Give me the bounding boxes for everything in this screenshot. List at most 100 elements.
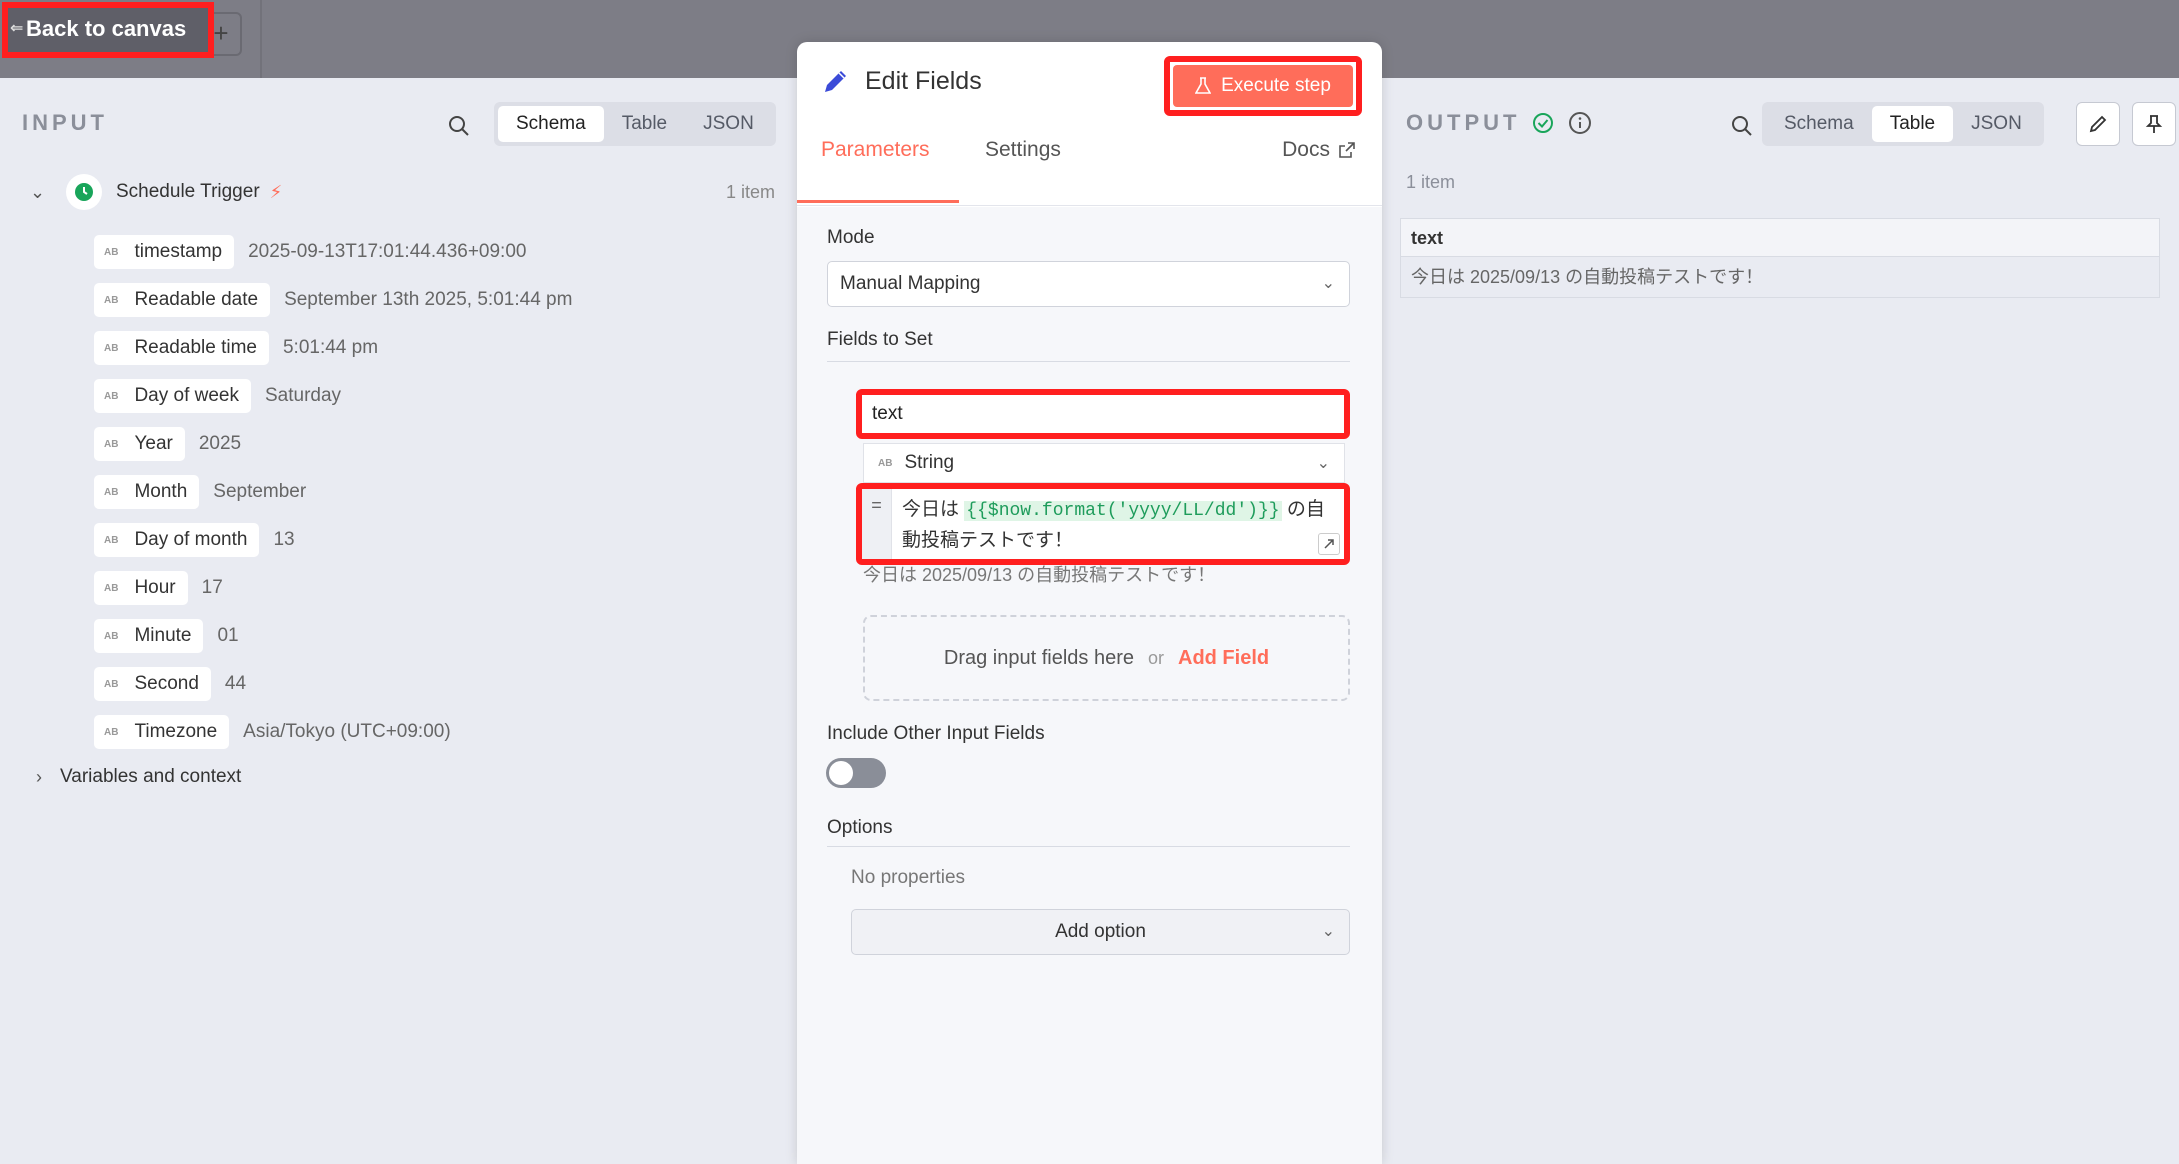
- field-chip[interactable]: AB Day of week: [94, 379, 251, 413]
- field-key: Month: [134, 481, 188, 502]
- field-type-select[interactable]: AB String ⌄: [863, 443, 1345, 483]
- output-table-header: text: [1401, 219, 2159, 257]
- add-field-link[interactable]: Add Field: [1178, 647, 1269, 670]
- schema-field[interactable]: AB Minute 01: [94, 612, 572, 660]
- drop-or: or: [1147, 647, 1164, 668]
- schema-field[interactable]: AB Readable date September 13th 2025, 5:01…: [94, 276, 572, 324]
- schema-field[interactable]: AB Second 44: [94, 660, 572, 708]
- execute-step-button[interactable]: Execute step: [1173, 65, 1353, 107]
- topbar-divider: [260, 0, 262, 78]
- schema-field[interactable]: AB Day of month 13: [94, 516, 572, 564]
- field-value: September: [213, 481, 307, 502]
- output-view-json[interactable]: JSON: [1953, 106, 2040, 142]
- field-chip[interactable]: AB timestamp: [94, 235, 235, 269]
- tab-settings[interactable]: Settings: [985, 138, 1061, 162]
- pin-icon: [2145, 115, 2163, 133]
- schema-field[interactable]: AB Year 2025: [94, 420, 572, 468]
- input-view-json[interactable]: JSON: [685, 106, 772, 142]
- field-key: Year: [134, 433, 173, 454]
- string-type-icon: AB: [104, 438, 119, 450]
- field-chip[interactable]: AB Day of month: [94, 523, 260, 557]
- external-link-icon: [1339, 142, 1355, 158]
- schema-field[interactable]: AB Month September: [94, 468, 572, 516]
- info-icon[interactable]: [1568, 111, 1592, 135]
- output-view-schema[interactable]: Schema: [1766, 106, 1872, 142]
- output-view-table[interactable]: Table: [1871, 106, 1954, 142]
- field-key: timestamp: [134, 241, 223, 262]
- output-panel: OUTPUT Schema Table JSON 1 item text 今日は…: [1382, 78, 2179, 1164]
- field-value: 44: [224, 673, 247, 694]
- output-panel-header: OUTPUT: [1406, 110, 1592, 136]
- output-panel-title: OUTPUT: [1406, 110, 1521, 135]
- variables-and-context-row[interactable]: › Variables and context: [36, 766, 241, 788]
- no-properties-text: No properties: [851, 867, 966, 888]
- mode-select[interactable]: Manual Mapping ⌄: [827, 261, 1350, 307]
- field-key: Day of week: [134, 385, 239, 406]
- chevron-down-icon[interactable]: ⌄: [30, 182, 54, 203]
- field-key: Day of month: [134, 529, 248, 550]
- execute-step-label: Execute step: [1221, 75, 1331, 96]
- field-value: 2025: [198, 433, 242, 454]
- field-name-input[interactable]: [862, 395, 1344, 433]
- output-table-cell[interactable]: 今日は 2025/09/13 の自動投稿テストです！: [1401, 257, 2159, 297]
- chevron-down-icon: ⌄: [1321, 923, 1335, 940]
- toggle-knob: [829, 761, 853, 785]
- field-value: Saturday: [265, 385, 342, 406]
- field-key: Minute: [134, 625, 192, 646]
- field-chip[interactable]: AB Timezone: [94, 715, 230, 749]
- field-chip[interactable]: AB Year: [94, 427, 185, 461]
- schema-field[interactable]: AB Day of week Saturday: [94, 372, 572, 420]
- expression-indicator: =: [862, 489, 892, 559]
- field-chip[interactable]: AB Minute: [94, 619, 204, 653]
- include-other-fields-toggle[interactable]: [826, 758, 886, 788]
- string-type-icon: AB: [104, 534, 119, 546]
- pin-data-button[interactable]: [2132, 102, 2176, 146]
- input-view-schema[interactable]: Schema: [498, 106, 604, 142]
- field-value-expression-editor[interactable]: 今日は {{$now.format('yyyy/LL/dd')}} の自動投稿テ…: [892, 489, 1344, 559]
- expression-result-preview: 今日は 2025/09/13 の自動投稿テストです！: [863, 565, 1216, 585]
- add-option-button[interactable]: Add option ⌄: [851, 909, 1350, 955]
- chevron-down-icon: ⌄: [1316, 455, 1330, 472]
- variables-label: Variables and context: [60, 766, 242, 787]
- field-chip[interactable]: AB Month: [94, 475, 200, 509]
- field-name-highlight: [856, 389, 1350, 439]
- flask-icon: [1195, 77, 1212, 94]
- schema-field[interactable]: AB timestamp 2025-09-13T17:01:44.436+09:00: [94, 228, 572, 276]
- tab-parameters[interactable]: Parameters: [821, 138, 930, 162]
- field-value: 01: [217, 625, 239, 646]
- field-value: 5:01:44 pm: [282, 337, 379, 358]
- drop-text: Drag input fields here: [943, 646, 1134, 669]
- field-value: 17: [201, 577, 223, 598]
- string-type-icon: AB: [104, 390, 119, 402]
- node-title[interactable]: Edit Fields: [865, 67, 982, 96]
- field-key: Hour: [134, 577, 176, 598]
- section-divider: [827, 846, 1350, 847]
- field-value: September 13th 2025, 5:01:44 pm: [284, 289, 573, 310]
- open-expression-editor-icon[interactable]: [1318, 533, 1340, 555]
- field-chip[interactable]: AB Readable time: [94, 331, 269, 365]
- expression-prefix: 今日は: [902, 499, 960, 520]
- search-icon[interactable]: [1730, 114, 1754, 138]
- active-tab-indicator: [797, 200, 959, 203]
- input-view-switcher: Schema Table JSON: [494, 102, 776, 146]
- field-chip[interactable]: AB Readable date: [94, 283, 271, 317]
- field-key: Second: [134, 673, 199, 694]
- back-to-canvas-button[interactable]: ⇐ Back to canvas: [2, 2, 214, 58]
- schema-field[interactable]: AB Timezone Asia/Tokyo (UTC+09:00): [94, 708, 572, 756]
- docs-link[interactable]: Docs: [1282, 138, 1356, 162]
- input-view-table[interactable]: Table: [604, 106, 685, 142]
- field-chip[interactable]: AB Second: [94, 667, 211, 701]
- search-icon[interactable]: [447, 114, 471, 138]
- edit-output-button[interactable]: [2076, 102, 2120, 146]
- schema-field[interactable]: AB Readable time 5:01:44 pm: [94, 324, 572, 372]
- drop-fields-zone[interactable]: Drag input fields here or Add Field: [863, 615, 1350, 701]
- expression-code: {{$now.format('yyyy/LL/dd')}}: [964, 501, 1282, 521]
- chevron-right-icon[interactable]: ›: [36, 767, 42, 788]
- field-chip[interactable]: AB Hour: [94, 571, 188, 605]
- schema-field-list: AB timestamp 2025-09-13T17:01:44.436+09:00…: [94, 228, 572, 756]
- schedule-trigger-row[interactable]: ⌄ Schedule Trigger ⚡ 1 item: [30, 174, 775, 210]
- options-label: Options: [827, 817, 893, 838]
- schema-field[interactable]: AB Hour 17: [94, 564, 572, 612]
- mode-value: Manual Mapping: [840, 273, 981, 294]
- output-view-switcher: Schema Table JSON: [1762, 102, 2044, 146]
